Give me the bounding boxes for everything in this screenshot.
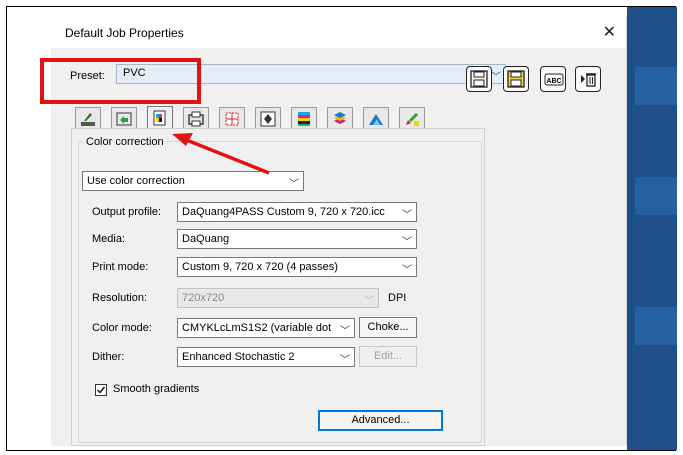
annotation-arrow	[172, 133, 270, 175]
